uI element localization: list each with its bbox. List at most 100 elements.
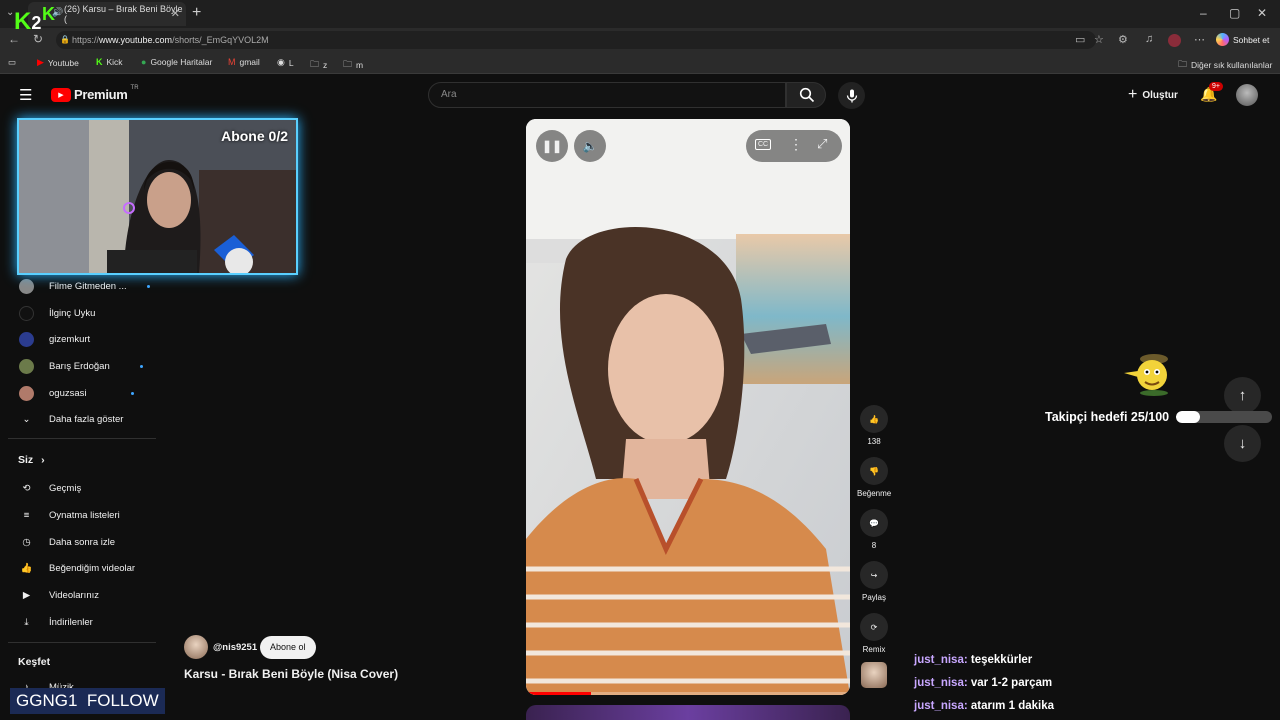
copilot-button[interactable]: Sohbet et (1216, 33, 1269, 46)
previous-short-button[interactable]: ↑ (1224, 377, 1261, 414)
new-content-dot (130, 392, 134, 395)
youtube-logo[interactable]: ▶ Premium TR (51, 85, 139, 102)
comments-action[interactable]: 💬 8 (857, 509, 891, 550)
channel-avatar (19, 386, 34, 401)
favorite-star-icon[interactable]: ☆ (1094, 33, 1104, 46)
next-short-preview[interactable] (526, 705, 850, 720)
share-action[interactable]: ↪ Paylaş (857, 561, 891, 602)
fullscreen-icon[interactable]: ⤢ (817, 136, 827, 152)
youtube-play-icon: ▶ (51, 87, 71, 102)
new-content-dot (139, 365, 143, 368)
sidebar-item-history[interactable]: ⟲ Geçmiş (18, 480, 82, 497)
sidebar-item-label: Videolarınız (49, 590, 99, 601)
sub-goal-label: Abone 0/2 (221, 128, 288, 144)
new-tab-icon[interactable]: + (192, 4, 201, 22)
channel-handle[interactable]: @nis9251 (213, 642, 257, 653)
progress-bar[interactable] (526, 692, 850, 695)
remix-label: Remix (862, 645, 886, 654)
subscription-label: oguzsasi (49, 388, 87, 399)
volume-button[interactable]: 🔈 (574, 130, 606, 162)
bookmark-label: Google Haritalar (150, 57, 213, 67)
bookmark-l[interactable]: ◉ L (277, 57, 294, 68)
like-action[interactable]: 👍 138 (857, 405, 891, 446)
subscription-item[interactable]: Barış Erdoğan (18, 358, 143, 375)
subscription-item[interactable]: gizemkurt (18, 331, 90, 348)
sidebar-item-watch-later[interactable]: ◷ Daha sonra izle (18, 534, 115, 551)
extensions-icon[interactable]: ⚙ (1118, 33, 1128, 46)
bookmarks-bar: ▭ ▶ Youtube K Kick ● Google Haritalar Mgmai… (0, 52, 1280, 74)
channel-avatar (19, 359, 34, 374)
bookmark-google-maps[interactable]: ● Google Haritalar (141, 57, 212, 67)
sidebar-item-label: Beğendiğim videolar (49, 563, 136, 574)
voice-search-button[interactable] (838, 82, 865, 109)
subscribe-button[interactable]: Abone ol (260, 636, 316, 659)
folder-icon: 🗀 (310, 59, 320, 69)
bookmark-gmail[interactable]: Mgmail (228, 57, 260, 67)
arrow-up-icon: ↑ (1238, 387, 1247, 404)
bookmark-folder-z[interactable]: 🗀 z (310, 57, 327, 73)
thumbs-up-icon: 👍 (860, 405, 888, 433)
tab-close-icon[interactable]: ✕ (171, 7, 180, 20)
profile-avatar-icon[interactable] (1168, 34, 1181, 47)
like-count: 138 (867, 437, 881, 446)
next-short-button[interactable]: ↓ (1224, 425, 1261, 462)
bookmark-label: gmail (239, 57, 260, 67)
sidebar-item-liked-videos[interactable]: 👍 Beğendiğim videolar (18, 560, 136, 577)
bookmark-youtube[interactable]: ▶ Youtube (37, 57, 79, 68)
short-video-player[interactable]: ❚❚ 🔈 CC ⋮ ⤢ (526, 119, 850, 695)
collections-icon[interactable]: ♫ (1145, 33, 1153, 45)
url-field[interactable]: 🔒 https://www.youtube.com/shorts/_EmGqYV… (56, 31, 1096, 49)
sidebar-item-your-videos[interactable]: ▶ Videolarınız (18, 587, 99, 604)
chat-username: just_nisa: (914, 677, 968, 689)
show-more-button[interactable]: ⌄ Daha fazla göster (18, 411, 124, 428)
captions-icon[interactable]: CC (755, 139, 772, 150)
you-section-header[interactable]: Siz › (18, 454, 45, 466)
follower-goal-bar (1176, 411, 1272, 423)
video-frame (526, 119, 850, 695)
read-mode-icon[interactable]: ▭ (1075, 33, 1085, 46)
subscription-label: Barış Erdoğan (49, 361, 110, 372)
search-button[interactable] (786, 82, 826, 108)
url-domain: www.youtube.com (99, 35, 173, 45)
dislike-action[interactable]: 👎 Beğenme (857, 457, 891, 498)
bookmark-folder-m[interactable]: 🗀 m (343, 57, 363, 73)
other-bookmarks-label: Diğer sık kullanılanlar (1191, 60, 1273, 70)
channel-avatar-large[interactable] (184, 635, 208, 659)
chevron-right-icon: › (41, 454, 45, 466)
subscription-item[interactable]: Filme Gitmeden ... (18, 278, 150, 295)
bookmark-kick[interactable]: K Kick (96, 57, 123, 67)
maximize-icon[interactable]: ▢ (1229, 6, 1240, 20)
sidebar-item-label: Daha sonra izle (49, 537, 116, 548)
microphone-icon (846, 89, 858, 103)
browser-tab[interactable]: K 🔊 (26) Karsu – Bırak Beni Böyle ( ✕ (28, 2, 186, 26)
sidebar-item-playlists[interactable]: ≡ Oynatma listeleri (18, 507, 120, 524)
hamburger-menu-icon[interactable]: ☰ (19, 86, 32, 104)
more-options-icon[interactable]: ⋮ (789, 136, 803, 153)
chat-text: var 1-2 parçam (970, 677, 1053, 689)
audio-icon[interactable]: 🔊 (52, 7, 63, 18)
search-input[interactable]: Ara (428, 82, 786, 108)
site-icon: ◉ (277, 57, 285, 67)
remix-action[interactable]: ⟳ Remix (857, 613, 891, 654)
create-button[interactable]: + Oluştur (1128, 86, 1178, 104)
follow-banner: GGNG1 FOLLOW (10, 688, 165, 714)
webcam-overlay: Abone 0/2 (17, 118, 298, 275)
sound-thumbnail[interactable] (861, 662, 887, 688)
subscription-item[interactable]: İlginç Uyku (18, 305, 95, 322)
channel-avatar (19, 332, 34, 347)
bookmarks-toggle-icon[interactable]: ▭ (8, 57, 16, 68)
subscription-item[interactable]: oguzsasi (18, 385, 134, 402)
close-window-icon[interactable]: ✕ (1257, 6, 1267, 20)
playlist-icon: ≡ (23, 510, 30, 521)
lock-icon: 🔒 (60, 35, 70, 44)
new-content-dot (146, 285, 150, 288)
account-avatar[interactable] (1236, 84, 1258, 106)
other-bookmarks[interactable]: 🗀 Diğer sık kullanılanlar (1178, 57, 1272, 73)
pause-button[interactable]: ❚❚ (536, 130, 568, 162)
gmail-icon: M (228, 57, 236, 67)
download-icon: ⤓ (24, 617, 29, 628)
minimize-icon[interactable]: – (1200, 6, 1207, 20)
sidebar-item-downloads[interactable]: ⤓ İndirilenler (18, 614, 92, 631)
notifications-button[interactable]: 🔔 9+ (1200, 82, 1223, 104)
more-menu-icon[interactable]: ⋯ (1194, 33, 1205, 46)
